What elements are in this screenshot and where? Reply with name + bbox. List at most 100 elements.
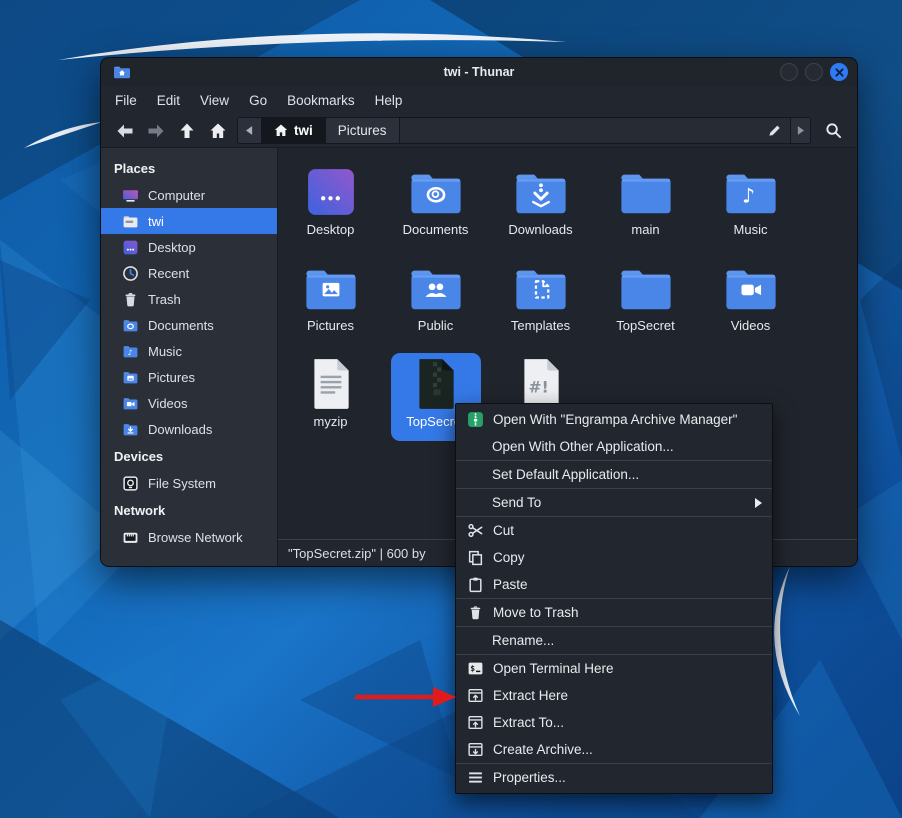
menu-help[interactable]: Help	[365, 89, 413, 112]
menu-bookmarks[interactable]: Bookmarks	[277, 89, 365, 112]
special-desktop-icon	[306, 164, 356, 220]
file-item-label: main	[631, 222, 659, 237]
folder-documents-icon	[122, 317, 139, 334]
sidebar-item-twi[interactable]: twi	[101, 208, 277, 234]
menu-file[interactable]: File	[105, 89, 147, 112]
sidebar-item-browse-network[interactable]: Browse Network	[101, 524, 277, 550]
file-item-downloads[interactable]: Downloads	[488, 161, 593, 257]
context-menu-item-open-with-engrampa-archive-manager[interactable]: Open With "Engrampa Archive Manager"	[456, 406, 772, 433]
file-item-main[interactable]: main	[593, 161, 698, 257]
context-menu-item-label: Move to Trash	[493, 605, 579, 620]
pencil-icon	[767, 123, 782, 138]
menu-edit[interactable]: Edit	[147, 89, 190, 112]
search-button[interactable]	[819, 118, 847, 144]
file-item-label: TopSecret	[616, 318, 675, 333]
file-item-topsecret[interactable]: TopSecret	[593, 257, 698, 353]
sidebar-item-recent[interactable]: Recent	[101, 260, 277, 286]
search-icon	[825, 122, 842, 139]
context-menu-item-move-to-trash[interactable]: Move to Trash	[456, 599, 772, 626]
context-menu-item-cut[interactable]: Cut	[456, 517, 772, 544]
file-item-body[interactable]: Downloads	[496, 161, 586, 249]
file-item-body[interactable]: Templates	[496, 257, 586, 345]
folder-downloads-icon	[122, 421, 139, 438]
terminal-icon: $	[467, 660, 484, 677]
file-item-templates[interactable]: Templates	[488, 257, 593, 353]
clock-icon	[122, 265, 139, 282]
folder-plain-icon	[619, 260, 673, 316]
path-scroll-left-button[interactable]	[238, 118, 262, 143]
up-icon	[178, 122, 196, 140]
file-item-music[interactable]: ♪ Music	[698, 161, 803, 257]
context-menu-item-label: Extract Here	[493, 688, 568, 703]
context-menu-item-label: Rename...	[492, 633, 554, 648]
context-menu-item-open-terminal-here[interactable]: $Open Terminal Here	[456, 655, 772, 682]
context-menu-item-rename[interactable]: Rename...	[456, 627, 772, 654]
file-item-body[interactable]: Public	[391, 257, 481, 345]
file-item-body[interactable]: Desktop	[286, 161, 376, 249]
sidebar-item-label: Computer	[148, 188, 205, 203]
sidebar-item-music[interactable]: ♪Music	[101, 338, 277, 364]
context-menu-item-paste[interactable]: Paste	[456, 571, 772, 598]
context-menu-item-label: Open With Other Application...	[492, 439, 674, 454]
titlebar[interactable]: twi - Thunar	[101, 58, 857, 86]
file-text-icon	[308, 356, 354, 412]
file-zip-icon	[413, 356, 459, 412]
sidebar-item-downloads[interactable]: Downloads	[101, 416, 277, 442]
close-button[interactable]	[830, 63, 848, 81]
home-button[interactable]	[202, 118, 233, 144]
context-menu-item-open-with-other-application[interactable]: Open With Other Application...	[456, 433, 772, 460]
sidebar-header-devices: Devices	[101, 442, 277, 470]
menu-go[interactable]: Go	[239, 89, 277, 112]
file-item-public[interactable]: Public	[383, 257, 488, 353]
home-icon	[274, 124, 288, 137]
file-item-body[interactable]: Videos	[706, 257, 796, 345]
sidebar-item-desktop[interactable]: Desktop	[101, 234, 277, 260]
sidebar-item-pictures[interactable]: Pictures	[101, 364, 277, 390]
sidebar-item-videos[interactable]: Videos	[101, 390, 277, 416]
file-item-body[interactable]: main	[601, 161, 691, 249]
file-item-label: Music	[734, 222, 768, 237]
path-button-twi[interactable]: twi	[262, 118, 326, 143]
minimize-button[interactable]	[780, 63, 798, 81]
context-menu-item-create-archive[interactable]: Create Archive...	[456, 736, 772, 763]
file-item-desktop[interactable]: Desktop	[278, 161, 383, 257]
context-menu-item-copy[interactable]: Copy	[456, 544, 772, 571]
sidebar-item-label: Downloads	[148, 422, 212, 437]
forward-button[interactable]	[140, 118, 171, 144]
folder-music-icon: ♪	[724, 164, 778, 220]
menubar: FileEditViewGoBookmarksHelp	[101, 86, 857, 114]
context-menu-item-properties[interactable]: Properties...	[456, 764, 772, 791]
sidebar-item-documents[interactable]: Documents	[101, 312, 277, 338]
sidebar-item-label: Trash	[148, 292, 181, 307]
context-menu-item-send-to[interactable]: Send To	[456, 489, 772, 516]
maximize-button[interactable]	[805, 63, 823, 81]
folder-pictures-icon	[304, 260, 358, 316]
up-button[interactable]	[171, 118, 202, 144]
path-scroll-right-button[interactable]	[790, 118, 810, 143]
file-item-videos[interactable]: Videos	[698, 257, 803, 353]
sidebar-item-trash[interactable]: Trash	[101, 286, 277, 312]
file-item-documents[interactable]: Documents	[383, 161, 488, 257]
file-item-body[interactable]: Documents	[391, 161, 481, 249]
sidebar-header-places: Places	[101, 154, 277, 182]
sidebar-item-computer[interactable]: Computer	[101, 182, 277, 208]
toolbar: twi Pictures	[101, 114, 857, 148]
file-item-body[interactable]: myzip	[286, 353, 376, 441]
file-item-body[interactable]: TopSecret	[601, 257, 691, 345]
path-entry[interactable]	[400, 118, 790, 143]
file-item-pictures[interactable]: Pictures	[278, 257, 383, 353]
menu-view[interactable]: View	[190, 89, 239, 112]
context-menu-item-extract-to[interactable]: Extract To...	[456, 709, 772, 736]
folder-music-icon: ♪	[122, 343, 139, 360]
file-item-body[interactable]: ♪ Music	[706, 161, 796, 249]
file-item-body[interactable]: Pictures	[286, 257, 376, 345]
back-button[interactable]	[109, 118, 140, 144]
file-item-label: Documents	[403, 222, 469, 237]
chevron-left-icon	[246, 126, 253, 135]
context-menu-item-extract-here[interactable]: Extract Here	[456, 682, 772, 709]
sidebar-item-file-system[interactable]: File System	[101, 470, 277, 496]
path-button-pictures[interactable]: Pictures	[326, 118, 400, 143]
folder-videos-icon	[122, 395, 139, 412]
file-item-myzip[interactable]: myzip	[278, 353, 383, 449]
context-menu-item-set-default-application[interactable]: Set Default Application...	[456, 461, 772, 488]
